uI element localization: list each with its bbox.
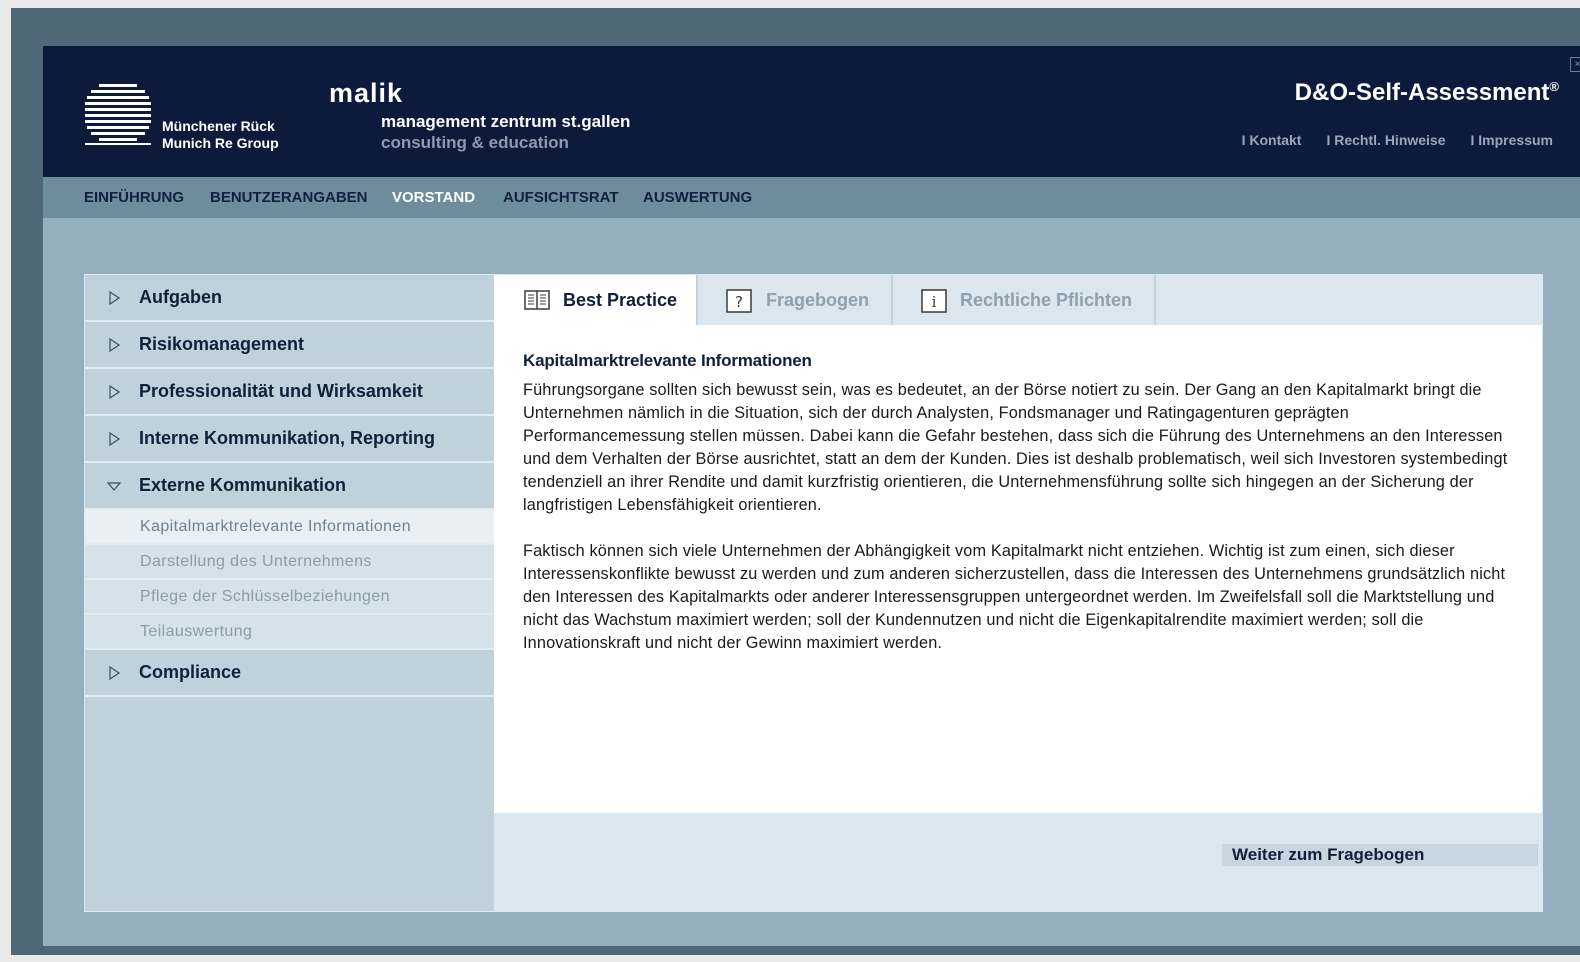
malik-logo-text: malik — [329, 78, 404, 108]
sidebar-item-label: Externe Kommunikation — [139, 475, 347, 495]
tab-rechtliche-pflichten[interactable]: i Rechtliche Pflichten — [891, 275, 1156, 325]
sidebar-item-professionalitaet[interactable]: Professionalität und Wirksamkeit — [85, 369, 494, 416]
munich-re-wordmark: Münchener Rück Munich Re Group — [162, 118, 279, 152]
triangle-right-icon — [109, 337, 121, 352]
sidebar-item-label: Compliance — [139, 662, 242, 682]
main-nav: EINFÜHRUNG BENUTZERANGABEN VORSTAND AUFS… — [43, 177, 1580, 218]
triangle-right-icon — [109, 431, 121, 446]
malik-tagline-1: management zentrum st.gallen — [381, 112, 631, 131]
link-kontakt[interactable]: I Kontakt — [1242, 132, 1302, 148]
sidebar-subitem-label: Darstellung des Unternehmens — [140, 553, 372, 570]
munich-re-logo-icon — [85, 84, 151, 145]
registered-mark: ® — [1549, 79, 1559, 94]
svg-text:?: ? — [735, 293, 743, 311]
app-title: D&O-Self-Assessment® — [1295, 79, 1559, 107]
tab-bar: Best Practice ? Fragebogen i Rechtliche … — [494, 275, 1542, 325]
tab-label: Rechtliche Pflichten — [960, 289, 1133, 310]
triangle-down-icon — [107, 481, 121, 491]
next-to-questionnaire-button[interactable]: Weiter zum Fragebogen — [1222, 844, 1538, 866]
tab-best-practice[interactable]: Best Practice — [494, 275, 698, 325]
link-impressum[interactable]: I Impressum — [1471, 132, 1553, 148]
triangle-right-icon — [109, 384, 121, 399]
sidebar-subitem-teilauswertung[interactable]: Teilauswertung — [85, 615, 494, 650]
sidebar-subitem-kapitalmarkt[interactable]: Kapitalmarktrelevante Informationen — [85, 510, 494, 545]
article-title: Kapitalmarktrelevante Informationen — [523, 351, 812, 370]
nav-einfuehrung[interactable]: EINFÜHRUNG — [84, 189, 184, 206]
content-panel: Aufgaben Risikomanagement Professionalit… — [84, 274, 1543, 912]
nav-benutzerangaben[interactable]: BENUTZERANGABEN — [210, 189, 368, 206]
main-content: Best Practice ? Fragebogen i Rechtliche … — [494, 275, 1542, 911]
sidebar-subitem-pflege[interactable]: Pflege der Schlüsselbeziehungen — [85, 580, 494, 615]
header-links: I Kontakt I Rechtl. Hinweise I Impressum — [1242, 132, 1553, 148]
close-icon[interactable]: × — [1570, 57, 1580, 72]
svg-text:i: i — [932, 293, 937, 311]
sidebar-item-interne-kommunikation[interactable]: Interne Kommunikation, Reporting — [85, 416, 494, 463]
app-container: Münchener Rück Munich Re Group malik man… — [43, 46, 1580, 946]
sidebar-item-label: Professionalität und Wirksamkeit — [139, 381, 423, 401]
sidebar-item-aufgaben[interactable]: Aufgaben — [85, 275, 494, 322]
sidebar-subitem-darstellung[interactable]: Darstellung des Unternehmens — [85, 545, 494, 580]
nav-auswertung[interactable]: AUSWERTUNG — [643, 189, 752, 206]
question-icon: ? — [726, 289, 752, 313]
sidebar-item-label: Risikomanagement — [139, 334, 305, 354]
tab-label: Fragebogen — [766, 289, 870, 310]
content-footer: Weiter zum Fragebogen — [494, 813, 1542, 911]
header: Münchener Rück Munich Re Group malik man… — [43, 46, 1580, 177]
window-frame: Münchener Rück Munich Re Group malik man… — [11, 8, 1580, 955]
triangle-right-icon — [109, 665, 121, 680]
tab-fragebogen[interactable]: ? Fragebogen — [696, 275, 893, 325]
nav-aufsichtsrat[interactable]: AUFSICHTSRAT — [503, 189, 619, 206]
article: Kapitalmarktrelevante Informationen Führ… — [523, 351, 1513, 678]
sidebar-item-compliance[interactable]: Compliance — [85, 650, 494, 697]
munich-re-line2: Munich Re Group — [162, 135, 279, 151]
sidebar-item-label: Aufgaben — [139, 287, 222, 307]
sidebar-subitem-label: Kapitalmarktrelevante Informationen — [140, 518, 412, 535]
info-icon: i — [921, 289, 947, 313]
sidebar-item-label: Interne Kommunikation, Reporting — [139, 428, 436, 448]
sidebar-item-externe-kommunikation[interactable]: Externe Kommunikation — [85, 463, 494, 510]
sidebar-item-risikomanagement[interactable]: Risikomanagement — [85, 322, 494, 369]
app-title-text: D&O-Self-Assessment — [1294, 79, 1550, 106]
link-rechtliche-hinweise[interactable]: I Rechtl. Hinweise — [1326, 132, 1445, 148]
malik-tagline-2: consulting & education — [381, 133, 569, 152]
book-icon — [524, 290, 550, 310]
sidebar-subitem-label: Teilauswertung — [140, 623, 253, 640]
munich-re-line1: Münchener Rück — [162, 118, 275, 134]
sidebar: Aufgaben Risikomanagement Professionalit… — [85, 275, 494, 911]
tab-label: Best Practice — [563, 289, 678, 310]
article-paragraph: Führungsorgane sollten sich bewusst sein… — [523, 381, 1508, 514]
triangle-right-icon — [109, 290, 121, 305]
nav-vorstand[interactable]: VORSTAND — [392, 189, 475, 206]
article-paragraph: Faktisch können sich viele Unternehmen d… — [523, 542, 1506, 652]
sidebar-subitem-label: Pflege der Schlüsselbeziehungen — [140, 588, 390, 605]
